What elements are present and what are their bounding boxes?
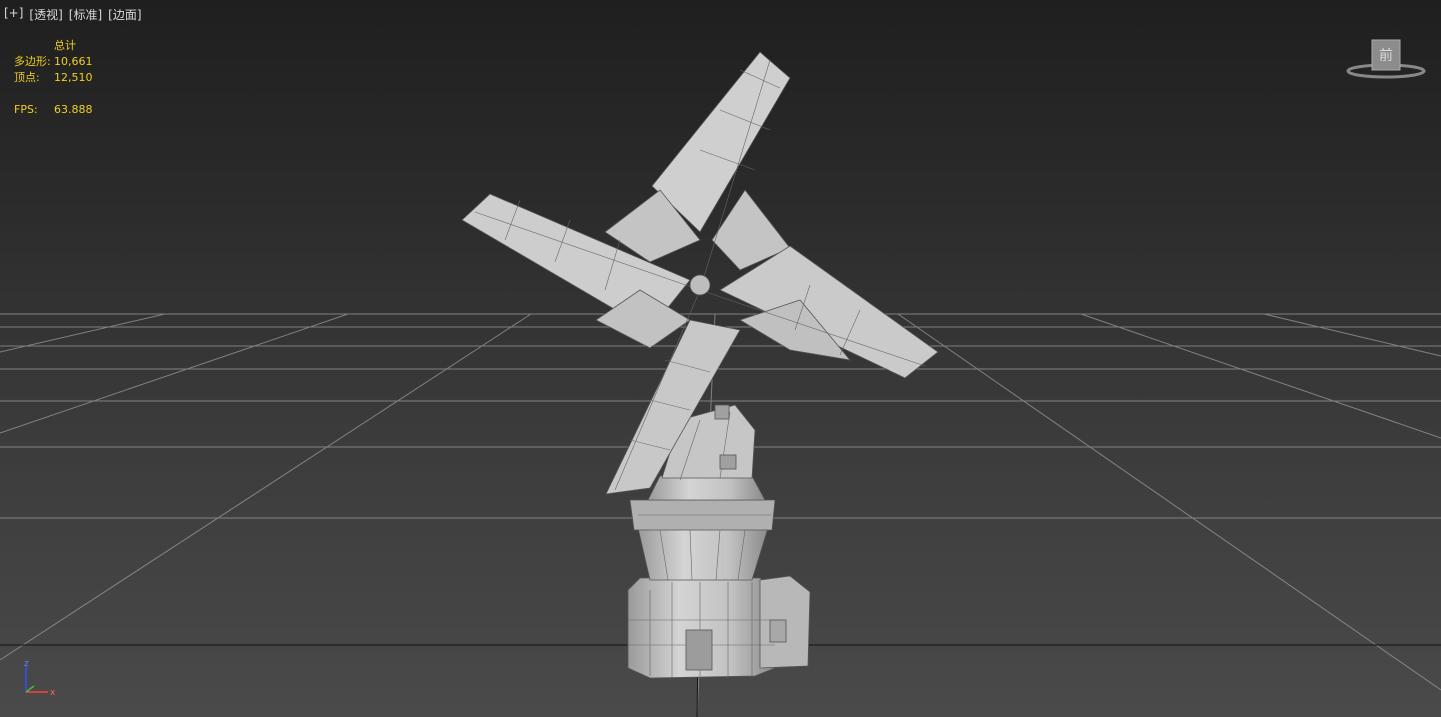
stats-polys-row: 多边形: 10,661: [14, 54, 93, 70]
z-axis-label: z: [24, 659, 29, 669]
stats-polys-label: 多边形:: [14, 55, 51, 68]
stats-verts-value: 12,510: [54, 71, 93, 84]
sail-hub: [689, 274, 711, 296]
stats-fps-value: 63.888: [54, 103, 93, 116]
tower-top: [647, 475, 766, 501]
sail-upper: [651, 51, 791, 233]
door: [685, 629, 713, 671]
viewport-shading-menu[interactable]: [标准]: [69, 6, 102, 23]
stats-fps-row: FPS: 63.888: [14, 102, 93, 118]
viewcube[interactable]: 前: [1344, 38, 1428, 88]
stats-fps-label: FPS:: [14, 103, 38, 116]
stats-verts-label: 顶点:: [14, 71, 40, 84]
y-axis: [25, 685, 35, 693]
viewport-perspective[interactable]: [+] [透视] [标准] [边面] 总计 多边形: 10,661 顶点: 12…: [0, 0, 1441, 717]
tower-mid: [637, 527, 769, 581]
dormer-window: [719, 454, 737, 470]
stats-header: 总计: [54, 39, 76, 52]
viewport-point-of-view-menu[interactable]: [透视]: [29, 6, 62, 23]
viewcube-face-label: 前: [1379, 47, 1393, 64]
stats-polys-value: 10,661: [54, 55, 93, 68]
windmill-model[interactable]: [0, 0, 1441, 717]
sail-right: [719, 245, 939, 379]
window: [769, 619, 787, 643]
axis-tripod: z x: [24, 659, 56, 698]
x-axis-label: x: [50, 688, 56, 698]
statistics-overlay: 总计 多边形: 10,661 顶点: 12,510 FPS: 63.888: [14, 38, 93, 118]
viewport-plus-menu[interactable]: [+]: [4, 6, 23, 23]
viewport-display-style-menu[interactable]: [边面]: [108, 6, 141, 23]
viewport-label-menu: [+] [透视] [标准] [边面]: [4, 6, 142, 23]
stats-verts-row: 顶点: 12,510: [14, 70, 93, 86]
dormer-window: [714, 404, 730, 420]
